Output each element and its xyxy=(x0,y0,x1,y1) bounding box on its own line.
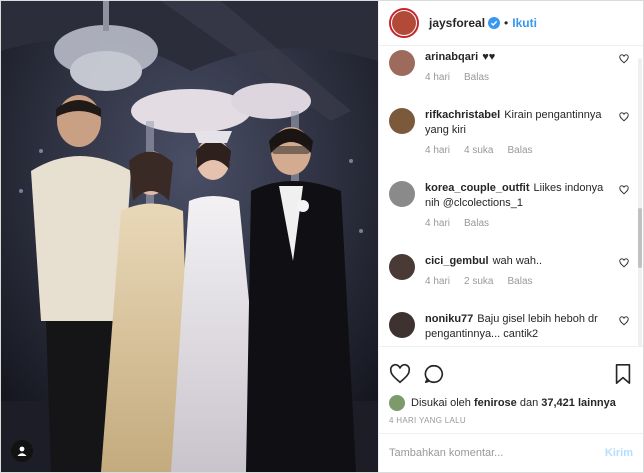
heart-icon[interactable] xyxy=(619,258,629,268)
comments-list[interactable]: arinabqari ♥♥ 4 hari Balas rifkachristabel… xyxy=(379,46,643,347)
comment-username[interactable]: korea_couple_outfit xyxy=(425,182,530,194)
wedding-photo-image xyxy=(1,1,378,472)
comment-username[interactable]: rifkachristabel xyxy=(425,109,500,121)
liker-username[interactable]: fenirose xyxy=(474,397,517,409)
comment-avatar[interactable] xyxy=(389,254,415,281)
comment-time[interactable]: 4 hari xyxy=(425,72,450,83)
comment-username[interactable]: arinabqari xyxy=(425,51,478,63)
likes-summary: Disukai oleh fenirose dan 37,421 lainnya xyxy=(379,392,643,414)
comment-username[interactable]: cici_gembul xyxy=(425,255,489,267)
heart-icon[interactable] xyxy=(619,185,629,195)
header-separator: • xyxy=(504,16,509,31)
likes-count[interactable]: 37,421 lainnya xyxy=(541,397,616,409)
add-comment-bar: Kirim xyxy=(379,433,643,472)
comment-icon[interactable] xyxy=(423,363,445,385)
comment-item: rifkachristabel Kirain pengantinnya yang … xyxy=(389,108,633,156)
comment-text: ♥♥ xyxy=(482,51,496,64)
liker-avatar[interactable] xyxy=(389,394,405,411)
comment-avatar[interactable] xyxy=(389,312,415,339)
post-header: jaysforeal • Ikuti xyxy=(379,1,643,47)
heart-icon[interactable] xyxy=(619,54,629,64)
author-username[interactable]: jaysforeal xyxy=(429,16,485,30)
comment-item: korea_couple_outfit Liikes indonya nih @c… xyxy=(389,181,633,229)
comment-item: arinabqari ♥♥ 4 hari Balas xyxy=(389,50,633,83)
comment-avatar[interactable] xyxy=(389,108,415,135)
verified-badge-icon xyxy=(488,17,501,30)
reply-button[interactable]: Balas xyxy=(464,218,489,229)
follow-button[interactable]: Ikuti xyxy=(512,16,537,30)
comment-likes[interactable]: 2 suka xyxy=(464,276,493,287)
comment-item: noniku77 Baju gisel lebih heboh dr pengan… xyxy=(389,312,633,342)
reply-button[interactable]: Balas xyxy=(464,72,489,83)
post-comment-button[interactable]: Kirim xyxy=(605,447,633,459)
comment-avatar[interactable] xyxy=(389,181,415,208)
likes-prefix: Disukai oleh xyxy=(411,396,471,409)
comment-time[interactable]: 4 hari xyxy=(425,276,450,287)
comment-likes[interactable]: 4 suka xyxy=(464,145,493,156)
user-tag-icon[interactable] xyxy=(11,440,33,462)
comments-scrollbar[interactable] xyxy=(638,58,642,347)
post-photo[interactable] xyxy=(1,1,378,472)
comment-input[interactable] xyxy=(389,447,605,460)
author-avatar[interactable] xyxy=(389,8,419,39)
heart-icon[interactable] xyxy=(619,316,629,326)
comment-time[interactable]: 4 hari xyxy=(425,145,450,156)
comment-avatar[interactable] xyxy=(389,50,415,77)
comment-text: wah wah.. xyxy=(492,255,543,268)
instagram-post: jaysforeal • Ikuti arinabqari ♥♥ 4 hari Ba… xyxy=(0,0,644,473)
bookmark-icon[interactable] xyxy=(613,363,633,385)
heart-icon[interactable] xyxy=(619,112,629,122)
action-bar xyxy=(379,346,643,392)
heart-icon[interactable] xyxy=(389,363,411,385)
post-date[interactable]: 4 HARI YANG LALU xyxy=(379,414,643,434)
comment-time[interactable]: 4 hari xyxy=(425,218,450,229)
comment-item: cici_gembul wah wah.. 4 hari 2 suka Balas xyxy=(389,254,633,287)
reply-button[interactable]: Balas xyxy=(507,145,532,156)
post-side-panel: jaysforeal • Ikuti arinabqari ♥♥ 4 hari Ba… xyxy=(378,1,643,472)
likes-joiner: dan xyxy=(519,396,539,409)
comment-username[interactable]: noniku77 xyxy=(425,313,473,325)
reply-button[interactable]: Balas xyxy=(507,276,532,287)
